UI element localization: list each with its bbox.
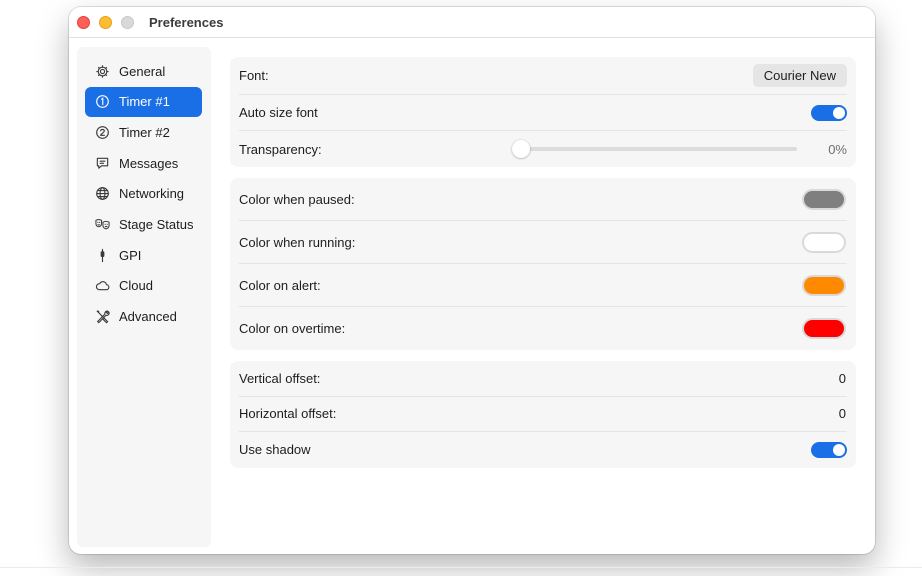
message-icon bbox=[95, 156, 110, 171]
color-paused-swatch[interactable] bbox=[802, 188, 846, 210]
window-controls bbox=[77, 15, 143, 29]
sidebar-item-label: Advanced bbox=[119, 309, 177, 324]
transparency-value: 0% bbox=[828, 141, 847, 157]
color-overtime-row: Color on overtime: bbox=[239, 307, 847, 350]
color-alert-label: Color on alert: bbox=[239, 277, 321, 293]
sidebar-item-gpi[interactable]: GPI bbox=[85, 240, 202, 270]
color-paused-label: Color when paused: bbox=[239, 191, 355, 207]
vertical-offset-row: Vertical offset: 0 bbox=[239, 361, 847, 397]
horizontal-offset-row: Horizontal offset: 0 bbox=[239, 397, 847, 432]
color-overtime-label: Color on overtime: bbox=[239, 321, 346, 336]
color-running-row: Color when running: bbox=[239, 221, 847, 264]
transparency-slider-knob[interactable] bbox=[512, 140, 530, 158]
toggle-knob bbox=[833, 106, 845, 119]
transparency-control: 0% bbox=[512, 140, 847, 158]
sidebar-item-label: Networking bbox=[119, 186, 185, 202]
font-picker-button[interactable]: Courier New bbox=[752, 64, 847, 87]
horizontal-offset-label: Horizontal offset: bbox=[239, 406, 337, 422]
minimize-window-button[interactable] bbox=[99, 15, 112, 29]
auto-size-font-toggle[interactable] bbox=[811, 104, 847, 121]
auto-size-font-label: Auto size font bbox=[239, 105, 318, 120]
cloud-icon bbox=[95, 278, 110, 293]
gear-icon bbox=[95, 64, 110, 79]
use-shadow-row: Use shadow bbox=[239, 432, 847, 468]
title-bar: Preferences bbox=[69, 7, 875, 38]
sidebar-item-timer-2[interactable]: Timer #2 bbox=[85, 117, 202, 147]
color-settings-group: Color when paused: Color when running: C… bbox=[230, 178, 856, 350]
vertical-offset-label: Vertical offset: bbox=[239, 370, 321, 386]
sidebar-item-label: General bbox=[119, 63, 166, 79]
transparency-slider[interactable] bbox=[512, 140, 797, 158]
toggle-knob bbox=[833, 443, 845, 456]
sidebar: General Timer #1 Timer #2 Messages Netwo… bbox=[77, 47, 211, 547]
font-settings-group: Font: Courier New Auto size font Transpa… bbox=[230, 57, 856, 167]
sidebar-item-stage-status[interactable]: Stage Status bbox=[85, 209, 202, 239]
color-alert-row: Color on alert: bbox=[239, 264, 847, 307]
transparency-label: Transparency: bbox=[239, 141, 322, 157]
sidebar-item-label: GPI bbox=[119, 247, 142, 263]
color-paused-row: Color when paused: bbox=[239, 178, 847, 221]
theater-masks-icon bbox=[95, 217, 110, 232]
connector-icon bbox=[95, 248, 110, 263]
sidebar-item-label: Cloud bbox=[119, 278, 153, 294]
globe-icon bbox=[95, 186, 110, 201]
sidebar-item-advanced[interactable]: Advanced bbox=[85, 302, 202, 332]
sidebar-item-timer-1[interactable]: Timer #1 bbox=[85, 86, 202, 117]
window-title: Preferences bbox=[149, 14, 224, 30]
color-overtime-swatch[interactable] bbox=[802, 318, 846, 339]
tools-icon bbox=[95, 309, 110, 324]
sidebar-item-cloud[interactable]: Cloud bbox=[85, 271, 202, 301]
sidebar-item-label: Messages bbox=[119, 155, 179, 171]
sidebar-item-general[interactable]: General bbox=[85, 56, 202, 86]
sidebar-item-label: Timer #2 bbox=[119, 124, 170, 140]
preferences-window: Preferences General Timer #1 Timer #2 Me… bbox=[69, 7, 875, 554]
offset-settings-group: Vertical offset: 0 Horizontal offset: 0 … bbox=[230, 361, 856, 468]
auto-size-font-row: Auto size font bbox=[239, 95, 847, 131]
zoom-window-button[interactable] bbox=[121, 15, 134, 29]
bottom-divider bbox=[0, 567, 922, 568]
color-running-label: Color when running: bbox=[239, 234, 356, 250]
circle-two-icon bbox=[95, 125, 110, 140]
settings-content: Font: Courier New Auto size font Transpa… bbox=[230, 57, 856, 479]
color-alert-swatch[interactable] bbox=[802, 274, 846, 296]
circle-one-icon bbox=[95, 94, 110, 109]
close-window-button[interactable] bbox=[77, 15, 90, 29]
use-shadow-label: Use shadow bbox=[239, 442, 311, 458]
font-label: Font: bbox=[239, 68, 269, 83]
sidebar-item-networking[interactable]: Networking bbox=[85, 179, 202, 209]
sidebar-item-messages[interactable]: Messages bbox=[85, 148, 202, 178]
transparency-row: Transparency: 0% bbox=[239, 131, 847, 167]
sidebar-item-label: Timer #1 bbox=[119, 94, 170, 110]
sidebar-item-label: Stage Status bbox=[119, 216, 194, 232]
font-row: Font: Courier New bbox=[239, 57, 847, 95]
use-shadow-toggle[interactable] bbox=[811, 441, 847, 458]
horizontal-offset-value[interactable]: 0 bbox=[839, 406, 846, 421]
vertical-offset-value[interactable]: 0 bbox=[839, 371, 846, 386]
color-running-swatch[interactable] bbox=[802, 231, 846, 253]
